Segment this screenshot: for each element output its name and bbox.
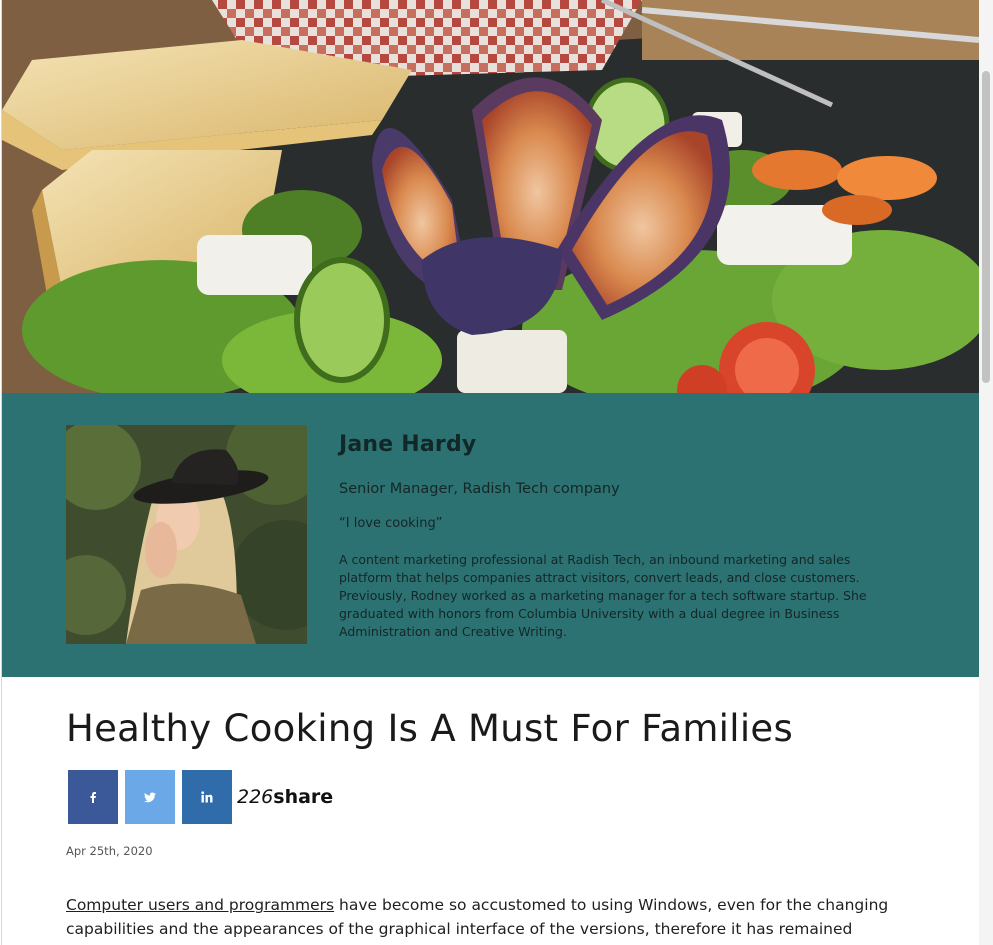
facebook-share-button[interactable] xyxy=(68,770,118,824)
author-avatar xyxy=(66,425,307,644)
author-quote: “I love cooking” xyxy=(339,516,443,531)
share-label: share xyxy=(273,786,334,808)
share-count: 226 xyxy=(237,786,274,808)
article-body-link[interactable]: Computer users and programmers xyxy=(66,896,334,914)
scrollbar-thumb[interactable] xyxy=(982,71,990,383)
author-info: Jane Hardy Senior Manager, Radish Tech c… xyxy=(339,431,869,641)
hero-image xyxy=(2,0,979,393)
vertical-scrollbar[interactable] xyxy=(979,0,993,945)
author-bio: A content marketing professional at Radi… xyxy=(339,552,867,639)
linkedin-share-button[interactable] xyxy=(182,770,232,824)
facebook-icon xyxy=(90,792,96,803)
article-date: Apr 25th, 2020 xyxy=(66,844,153,858)
author-name: Jane Hardy xyxy=(339,432,477,457)
article-body: Computer users and programmers have beco… xyxy=(66,893,896,945)
twitter-share-button[interactable] xyxy=(125,770,175,824)
twitter-icon xyxy=(144,792,156,802)
article-title: Healthy Cooking Is A Must For Families xyxy=(66,707,794,750)
linkedin-icon xyxy=(201,791,213,803)
page: Jane Hardy Senior Manager, Radish Tech c… xyxy=(1,0,980,945)
share-bar: 226 share xyxy=(68,770,333,824)
author-card: Jane Hardy Senior Manager, Radish Tech c… xyxy=(2,393,979,677)
author-role: Senior Manager, Radish Tech company xyxy=(339,481,620,497)
